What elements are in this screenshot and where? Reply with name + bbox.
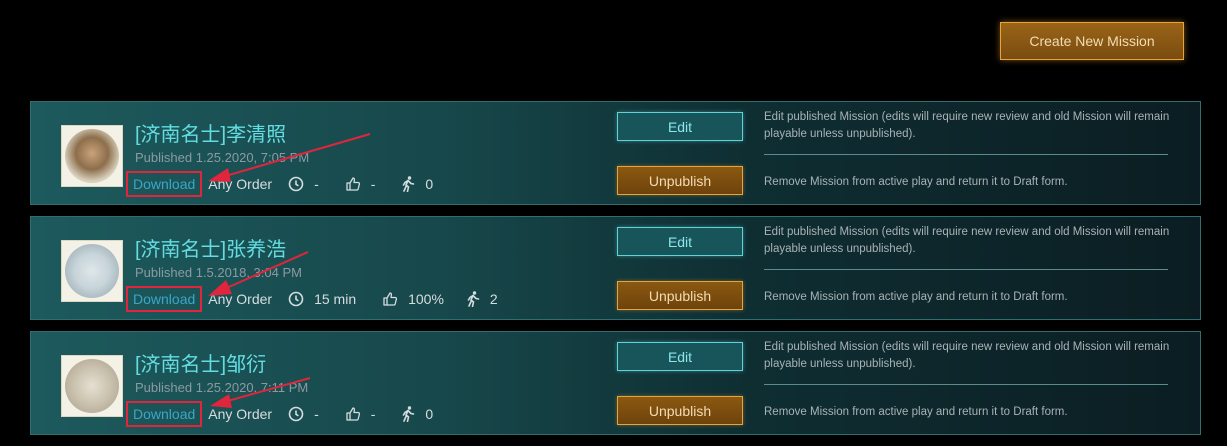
players-value: 0 — [425, 176, 434, 192]
time-value: 15 min — [314, 291, 357, 307]
download-link[interactable]: Download — [126, 401, 203, 427]
rating-value: - — [370, 176, 376, 192]
clock-icon — [288, 291, 304, 307]
edit-button[interactable]: Edit — [617, 342, 743, 371]
mission-list: [济南名士]李清照 Published 1.25.2020, 7:05 PM D… — [30, 101, 1201, 446]
divider — [764, 384, 1168, 385]
divider — [764, 269, 1168, 270]
clock-icon — [288, 176, 304, 192]
players-stat: 2 — [466, 291, 498, 307]
mission-title[interactable]: [济南名士]邹衍 — [135, 348, 266, 377]
download-link[interactable]: Download — [126, 171, 203, 197]
edit-button[interactable]: Edit — [617, 227, 743, 256]
mission-thumbnail — [61, 240, 123, 302]
order-type: Any Order — [208, 176, 273, 192]
unpublish-description: Remove Mission from active play and retu… — [764, 176, 1068, 188]
mission-card: [济南名士]邹衍 Published 1.25.2020, 7:11 PM Do… — [30, 331, 1201, 435]
thumbs-up-icon — [383, 292, 398, 306]
edit-description: Edit published Mission (edits will requi… — [764, 341, 1170, 370]
time-stat: - — [288, 176, 319, 192]
time-stat: 15 min — [288, 291, 356, 307]
thumbs-up-icon — [346, 177, 360, 191]
rating-stat: - — [345, 406, 376, 422]
rating-stat: - — [345, 176, 376, 192]
time-value: - — [314, 406, 319, 422]
walking-person-icon — [403, 176, 415, 192]
rating-value: 100% — [408, 291, 444, 307]
mission-meta: Download Any Order - - 0 — [126, 401, 433, 427]
mission-card: [济南名士]张养浩 Published 1.5.2018, 3:04 PM Do… — [30, 216, 1201, 320]
unpublish-button[interactable]: Unpublish — [617, 396, 743, 425]
edit-description: Edit published Mission (edits will requi… — [764, 111, 1170, 140]
order-type: Any Order — [208, 406, 273, 422]
published-date: Published 1.25.2020, 7:11 PM — [135, 380, 309, 395]
create-new-mission-button[interactable]: Create New Mission — [1000, 22, 1184, 60]
walking-person-icon — [467, 291, 480, 307]
unpublish-description: Remove Mission from active play and retu… — [764, 291, 1068, 303]
players-value: 2 — [489, 291, 498, 307]
walking-person-icon — [403, 406, 415, 422]
download-link[interactable]: Download — [126, 286, 203, 312]
clock-icon — [288, 406, 304, 422]
unpublish-description: Remove Mission from active play and retu… — [764, 406, 1068, 418]
rating-stat: 100% — [382, 291, 444, 307]
mission-meta: Download Any Order - - 0 — [126, 171, 433, 197]
players-value: 0 — [425, 406, 434, 422]
mission-card: [济南名士]李清照 Published 1.25.2020, 7:05 PM D… — [30, 101, 1201, 205]
mission-thumbnail — [61, 125, 123, 187]
order-type: Any Order — [208, 291, 273, 307]
divider — [764, 154, 1168, 155]
mission-title[interactable]: [济南名士]张养浩 — [135, 233, 286, 262]
edit-button[interactable]: Edit — [617, 112, 743, 141]
published-date: Published 1.5.2018, 3:04 PM — [135, 265, 302, 280]
time-stat: - — [288, 406, 319, 422]
rating-value: - — [370, 406, 376, 422]
edit-description: Edit published Mission (edits will requi… — [764, 226, 1170, 255]
thumbs-up-icon — [346, 407, 360, 421]
unpublish-button[interactable]: Unpublish — [617, 166, 743, 195]
mission-thumbnail — [61, 355, 123, 417]
players-stat: 0 — [401, 406, 433, 422]
players-stat: 0 — [401, 176, 433, 192]
published-date: Published 1.25.2020, 7:05 PM — [135, 150, 310, 165]
mission-title[interactable]: [济南名士]李清照 — [135, 118, 286, 147]
unpublish-button[interactable]: Unpublish — [617, 281, 743, 310]
mission-meta: Download Any Order 15 min 100% 2 — [126, 286, 498, 312]
time-value: - — [314, 176, 319, 192]
